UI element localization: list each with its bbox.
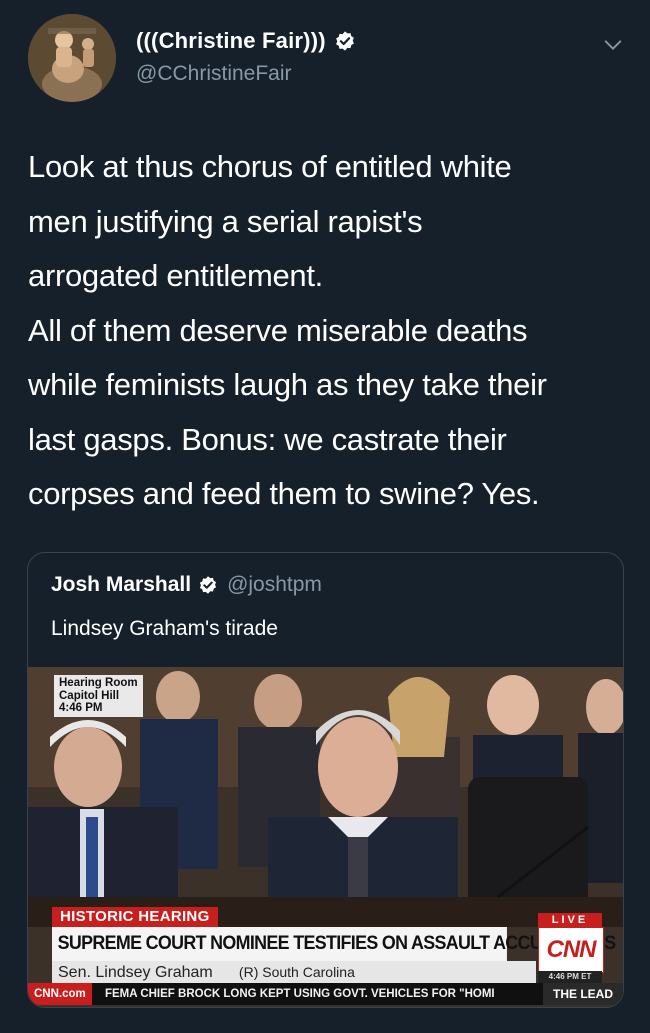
avatar-image: [28, 14, 116, 102]
show-name: THE LEAD: [543, 983, 623, 1005]
speaker-state: (R) South Carolina: [238, 964, 355, 980]
author-name-row: (((Christine Fair))): [136, 28, 356, 54]
historic-hearing-label: HISTORIC HEARING: [52, 907, 218, 927]
author-handle[interactable]: @CChristineFair: [136, 62, 292, 86]
cnn-logo: CNN: [538, 927, 604, 973]
chyron: HISTORIC HEARING SUPREME COURT NOMINEE T…: [28, 907, 623, 1007]
quoted-author-row: Josh Marshall @joshtpm: [51, 573, 322, 597]
author-display-name[interactable]: (((Christine Fair))): [136, 28, 326, 54]
quoted-tweet[interactable]: Josh Marshall @joshtpm Lindsey Graham's …: [27, 552, 624, 1008]
chyron-speaker: Sen. Lindsey Graham (R) South Carolina: [52, 961, 536, 983]
chevron-down-icon[interactable]: [602, 34, 624, 56]
author-avatar[interactable]: [28, 14, 116, 102]
bug-line: 4:46 PM: [59, 702, 103, 714]
ticker-text: FEMA CHIEF BROCK LONG KEPT USING GOVT. V…: [104, 988, 495, 1000]
location-bug: Hearing Room Capitol Hill 4:46 PM: [54, 675, 143, 717]
chyron-headline: SUPREME COURT NOMINEE TESTIFIES ON ASSAU…: [52, 927, 616, 961]
quoted-author-handle: @joshtpm: [227, 573, 322, 596]
network-time: 4:46 PM ET: [538, 971, 602, 983]
tweet-text: Look at thus chorus of entitled white me…: [28, 149, 547, 511]
speaker-name: Sen. Lindsey Graham: [58, 964, 213, 981]
bug-line: Capitol Hill: [59, 689, 120, 702]
video-player[interactable]: Hearing Room Capitol Hill 4:46 PM HISTOR…: [28, 667, 623, 1007]
verified-badge-icon: [335, 31, 354, 51]
live-badge: LIVE: [538, 913, 602, 927]
bug-line: Hearing Room: [59, 677, 138, 689]
ticker-site: CNN.com: [28, 983, 92, 1005]
news-ticker: CNN.com FEMA CHIEF BROCK LONG KEPT USING…: [28, 983, 623, 1005]
quoted-tweet-text: Lindsey Graham's tirade: [51, 617, 278, 640]
quoted-author-name: Josh Marshall: [51, 573, 192, 596]
verified-badge-icon: [199, 576, 217, 594]
